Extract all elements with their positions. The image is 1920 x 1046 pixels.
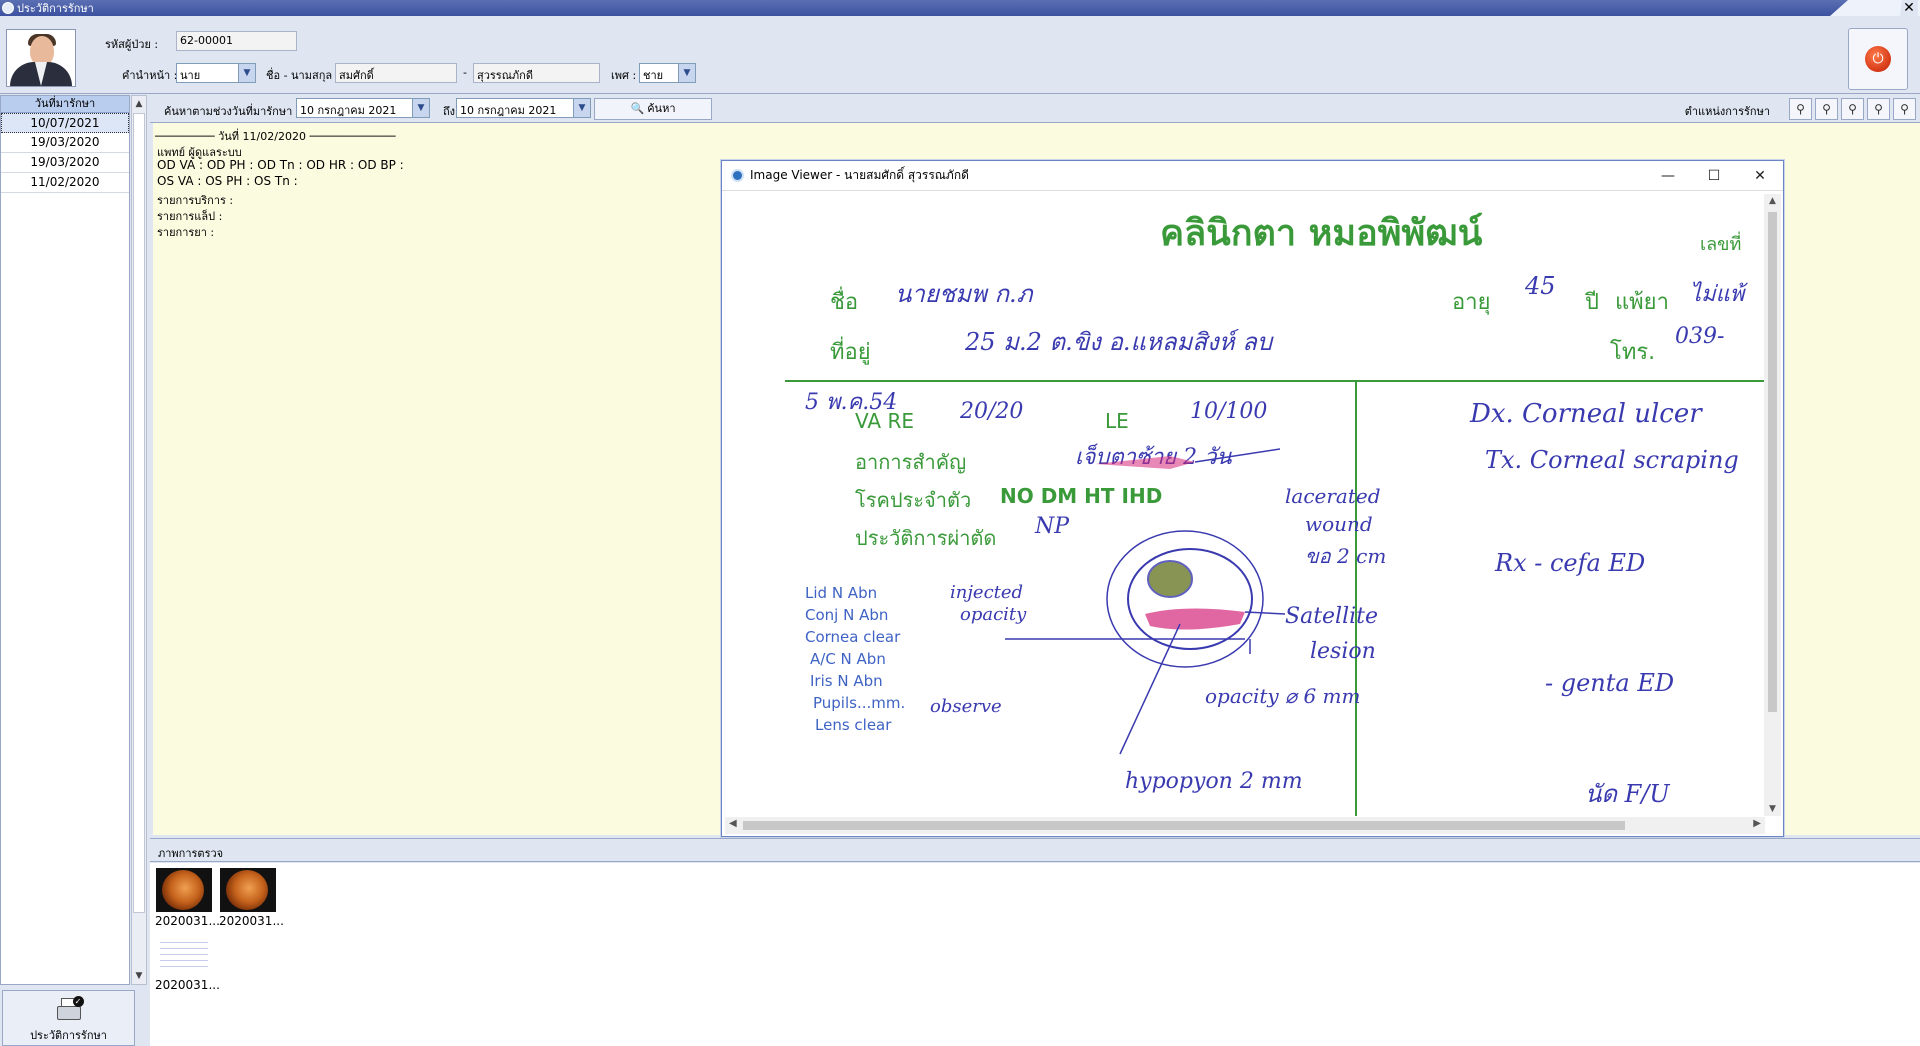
stamp-icon[interactable]: ⚲	[1867, 98, 1890, 120]
exam-image-thumb[interactable]: 2020031...	[155, 868, 220, 928]
exam-image-caption: 2020031...	[155, 914, 220, 928]
left-panel: วันที่มารักษา 10/07/2021 19/03/2020 19/0…	[0, 95, 148, 1046]
print-history-button[interactable]: ✓ ประวัติการรักษา	[2, 990, 135, 1046]
scanned-document-image[interactable]: คลินิกตา หมอพิพัฒน์ เลขที่ ชื่อ นายชมพ ก…	[725, 194, 1765, 816]
printer-icon: ✓	[54, 996, 84, 1024]
eye-diagram-drawing	[1005, 448, 1286, 755]
search-bar: ค้นหาตามช่วงวันที่มารักษา 10 กรกฎาคม 202…	[150, 95, 1920, 123]
power-button[interactable]: ⏻	[1848, 28, 1908, 90]
chevron-down-icon[interactable]: ▼	[238, 64, 255, 82]
record-drug: รายการยา :	[157, 226, 215, 239]
window-title: ประวัติการรักษา	[17, 2, 94, 15]
sex-select[interactable]: ชาย ▼	[639, 63, 696, 83]
from-date-picker[interactable]: 10 กรกฎาคม 2021 ▼	[296, 98, 430, 118]
viewer-vscroll-thumb[interactable]	[1768, 212, 1777, 712]
scroll-thumb[interactable]	[133, 113, 145, 913]
stamp-icon[interactable]: ⚲	[1789, 98, 1812, 120]
viewer-app-icon	[731, 169, 744, 182]
prefix-select[interactable]: นาย ▼	[176, 63, 256, 83]
visit-date-item[interactable]: 10/07/2021	[1, 113, 129, 133]
image-viewer-dialog: Image Viewer - นายสมศักดิ์ สุวรรณภักดี —…	[721, 160, 1784, 837]
scroll-up-icon[interactable]: ▲	[132, 96, 146, 112]
left-scrollbar[interactable]: ▲ ▼	[131, 95, 147, 985]
visit-date-item[interactable]: 19/03/2020	[1, 133, 129, 153]
exam-images-panel: 2020031... 2020031... 2020031...	[150, 863, 1920, 1046]
hn-label: รหัสผู้ป่วย :	[105, 38, 159, 51]
image-viewer-titlebar[interactable]: Image Viewer - นายสมศักดิ์ สุวรรณภักดี —…	[722, 161, 1783, 191]
exam-images-header: ภาพการตรวจ	[150, 838, 1920, 862]
viewer-horizontal-scrollbar[interactable]: ◀ ▶	[725, 817, 1765, 834]
patient-photo	[6, 29, 76, 87]
chevron-down-icon[interactable]: ▼	[573, 99, 590, 117]
name-label: ชื่อ - นามสกุล :	[266, 69, 340, 82]
hn-field[interactable]: 62-00001	[176, 31, 297, 51]
to-label: ถึง	[443, 105, 456, 118]
visit-date-header: วันที่มารักษา	[1, 96, 129, 113]
to-date-picker[interactable]: 10 กรกฎาคม 2021 ▼	[456, 98, 591, 118]
search-button-label: ค้นหา	[647, 102, 676, 115]
date-range-label: ค้นหาตามช่วงวันที่มารักษา	[164, 105, 293, 118]
visit-date-item[interactable]: 19/03/2020	[1, 153, 129, 173]
viewer-vertical-scrollbar[interactable]: ▲ ▼	[1764, 194, 1781, 816]
app-icon	[2, 2, 14, 14]
visit-date-item[interactable]: 11/02/2020	[1, 173, 129, 193]
first-name-field[interactable]: สมศักดิ์	[335, 63, 457, 83]
exam-image-thumb[interactable]: 2020031...	[219, 868, 284, 928]
scroll-left-icon[interactable]: ◀	[729, 818, 737, 829]
maximize-button[interactable]: ☐	[1691, 161, 1737, 191]
window-close-button[interactable]: ✕	[1900, 0, 1918, 16]
viewer-hscroll-thumb[interactable]	[743, 821, 1625, 830]
minimize-button[interactable]: —	[1645, 161, 1691, 191]
sex-label: เพศ :	[611, 69, 637, 82]
scroll-down-icon[interactable]: ▼	[132, 968, 146, 984]
visit-date-list: วันที่มารักษา 10/07/2021 19/03/2020 19/0…	[0, 95, 130, 985]
title-bar: ประวัติการรักษา ✕	[0, 0, 1920, 16]
scroll-down-icon[interactable]: ▼	[1764, 804, 1781, 814]
location-toolbar: ⚲ ⚲ ⚲ ⚲ ⚲	[1789, 98, 1916, 120]
viewer-close-button[interactable]: ✕	[1737, 161, 1783, 191]
scroll-up-icon[interactable]: ▲	[1764, 196, 1781, 206]
search-button[interactable]: 🔍 ค้นหา	[594, 98, 712, 120]
chevron-down-icon[interactable]: ▼	[412, 99, 429, 117]
prefix-value: นาย	[180, 69, 201, 82]
scroll-right-icon[interactable]: ▶	[1753, 818, 1761, 829]
treatment-location-label: ตำแหน่งการรักษา	[1684, 105, 1770, 118]
record-os-line: OS VA : OS PH : OS Tn :	[157, 174, 298, 188]
chevron-down-icon[interactable]: ▼	[678, 64, 695, 82]
stamp-icon[interactable]: ⚲	[1815, 98, 1838, 120]
patient-header: รหัสผู้ป่วย : 62-00001 คำนำหน้า : นาย ▼ …	[0, 16, 1920, 94]
search-icon: 🔍	[630, 102, 645, 115]
from-date-value: 10 กรกฎาคม 2021	[300, 104, 397, 117]
print-history-label: ประวัติการรักษา	[30, 1029, 107, 1042]
last-name-field[interactable]: สุวรรณภักดี	[473, 63, 600, 83]
record-od-line: OD VA : OD PH : OD Tn : OD HR : OD BP :	[157, 158, 404, 172]
power-icon: ⏻	[1865, 46, 1891, 72]
to-date-value: 10 กรกฎาคม 2021	[460, 104, 557, 117]
exam-image-caption: 2020031...	[219, 914, 284, 928]
exam-image-caption: 2020031...	[155, 978, 220, 992]
prefix-label: คำนำหน้า :	[122, 69, 178, 82]
stamp-icon[interactable]: ⚲	[1893, 98, 1916, 120]
name-dash: -	[463, 66, 467, 79]
image-viewer-title: Image Viewer - นายสมศักดิ์ สุวรรณภักดี	[750, 168, 969, 182]
sex-value: ชาย	[643, 69, 664, 82]
exam-image-thumb[interactable]: 2020031...	[155, 932, 220, 992]
stamp-icon[interactable]: ⚲	[1841, 98, 1864, 120]
